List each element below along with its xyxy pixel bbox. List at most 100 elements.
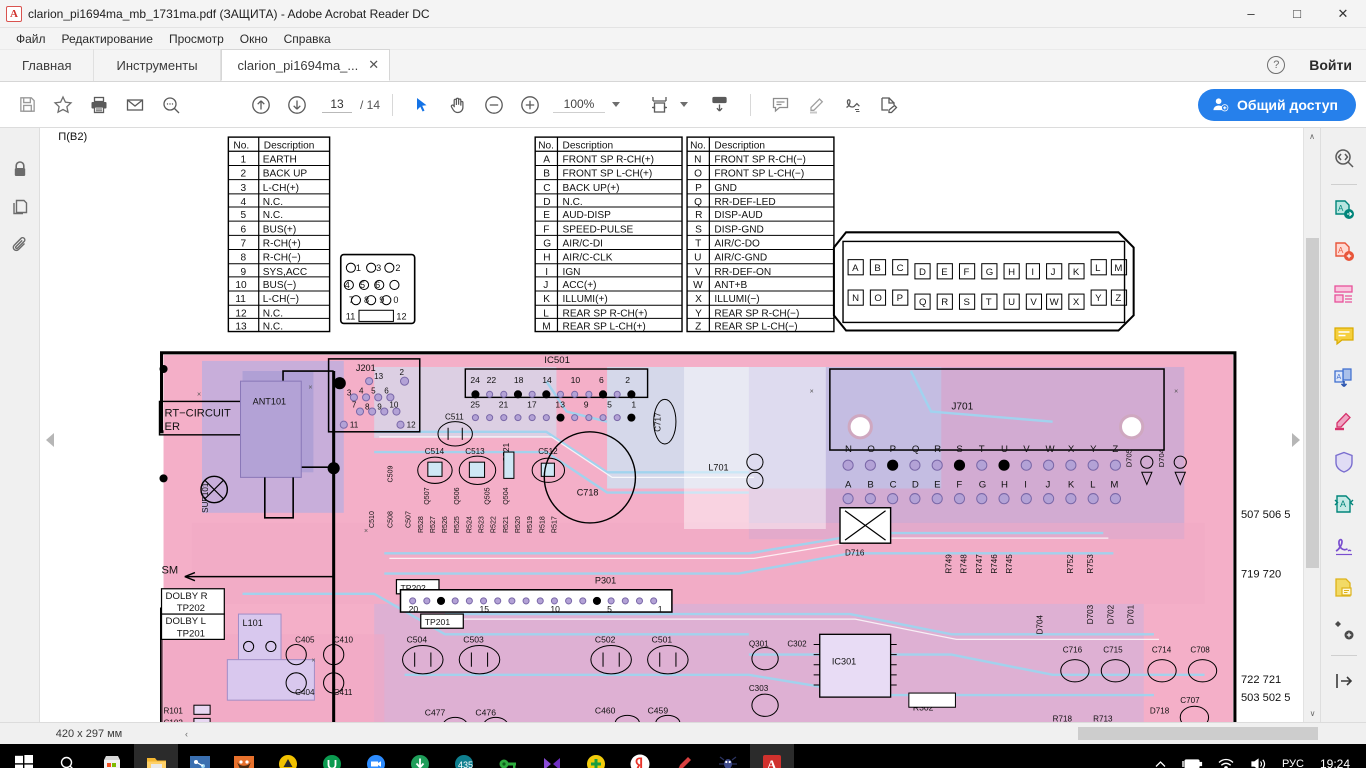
menu-item-view[interactable]: Просмотр bbox=[161, 30, 232, 48]
zoom-out-icon[interactable] bbox=[477, 88, 511, 122]
print-icon[interactable] bbox=[82, 88, 116, 122]
svg-text:Y: Y bbox=[1090, 444, 1097, 455]
svg-text:L: L bbox=[543, 308, 549, 319]
svg-text:R524: R524 bbox=[465, 516, 473, 533]
fit-page-chevron-icon[interactable] bbox=[680, 102, 689, 107]
share-button[interactable]: Общий доступ bbox=[1198, 88, 1356, 121]
battery-icon[interactable] bbox=[1174, 757, 1210, 768]
panel-collapse-handle[interactable] bbox=[1306, 433, 1319, 455]
export-pdf-icon[interactable]: A bbox=[1327, 189, 1361, 231]
organize-pages-icon[interactable] bbox=[1327, 273, 1361, 315]
scroll-mode-icon[interactable] bbox=[702, 88, 736, 122]
menu-item-window[interactable]: Окно bbox=[232, 30, 276, 48]
volume-icon[interactable] bbox=[1242, 757, 1274, 768]
search-icon[interactable] bbox=[154, 88, 188, 122]
minimize-button[interactable]: – bbox=[1228, 0, 1274, 28]
previous-page-icon[interactable] bbox=[244, 88, 278, 122]
show-hidden-icons-chevron-icon[interactable] bbox=[1147, 758, 1174, 768]
collapse-right-panel-icon[interactable] bbox=[1292, 433, 1300, 447]
star-icon[interactable] bbox=[46, 88, 80, 122]
blue-app-icon[interactable] bbox=[178, 744, 222, 768]
file-explorer-icon[interactable] bbox=[134, 744, 178, 768]
optimize-pdf-icon[interactable]: A bbox=[1327, 483, 1361, 525]
fit-page-icon[interactable] bbox=[642, 88, 676, 122]
sign-icon[interactable] bbox=[1327, 525, 1361, 567]
save-icon[interactable] bbox=[10, 88, 44, 122]
system-clock[interactable]: 19:24 bbox=[1312, 757, 1358, 768]
orange-app-icon[interactable] bbox=[222, 744, 266, 768]
hand-icon[interactable] bbox=[441, 88, 475, 122]
signature-icon[interactable] bbox=[835, 88, 869, 122]
more-tools-wrench-icon[interactable] bbox=[1327, 609, 1361, 651]
svg-text:1: 1 bbox=[658, 604, 663, 614]
stamp-icon[interactable] bbox=[1327, 567, 1361, 609]
download-app-icon[interactable] bbox=[398, 744, 442, 768]
tab-tools[interactable]: Инструменты bbox=[94, 49, 221, 81]
scroll-left-arrow-icon[interactable]: ‹ bbox=[178, 729, 195, 739]
language-indicator[interactable]: РУС bbox=[1274, 758, 1312, 768]
collapse-left-panel-icon[interactable] bbox=[46, 433, 54, 447]
highlighter-icon[interactable] bbox=[1327, 399, 1361, 441]
tab-document[interactable]: clarion_pi1694ma_... ✕ bbox=[220, 49, 391, 81]
create-pdf-icon[interactable]: A bbox=[1327, 231, 1361, 273]
windows-start-icon[interactable] bbox=[2, 744, 46, 768]
svg-text:Q: Q bbox=[919, 297, 927, 308]
tab-home[interactable]: Главная bbox=[0, 49, 95, 81]
teal-app-icon[interactable]: 435 bbox=[442, 744, 486, 768]
scroll-up-arrow-icon[interactable]: ∧ bbox=[1304, 128, 1320, 145]
scroll-down-arrow-icon[interactable]: ∨ bbox=[1304, 705, 1320, 722]
svg-text:0: 0 bbox=[393, 295, 398, 305]
search-document-icon[interactable] bbox=[1327, 138, 1361, 180]
pdf-viewer[interactable]: П(B2) No. Description 1 EARTH 2 BACK UP 3L… bbox=[40, 128, 1320, 722]
fill-and-sign-icon[interactable] bbox=[871, 88, 905, 122]
taskbar-search-icon[interactable] bbox=[46, 744, 90, 768]
next-page-icon[interactable] bbox=[280, 88, 314, 122]
yellow-triangle-app-icon[interactable] bbox=[266, 744, 310, 768]
window-controls: – □ ✕ bbox=[1228, 0, 1366, 28]
attachments-clip-icon[interactable] bbox=[6, 226, 34, 264]
expand-panel-icon[interactable] bbox=[1327, 660, 1361, 702]
close-button[interactable]: ✕ bbox=[1320, 0, 1366, 28]
sign-in-button[interactable]: Войти bbox=[1309, 57, 1352, 73]
vertical-scroll-thumb[interactable] bbox=[1306, 238, 1319, 568]
menu-item-edit[interactable]: Редактирование bbox=[54, 30, 161, 48]
zoom-app-icon[interactable] bbox=[354, 744, 398, 768]
green-key-app-icon[interactable] bbox=[486, 744, 530, 768]
menu-item-file[interactable]: Файл bbox=[8, 30, 54, 48]
zoom-level-dropdown[interactable]: 100% bbox=[553, 97, 621, 113]
yandex-browser-icon[interactable] bbox=[618, 744, 662, 768]
wifi-icon[interactable] bbox=[1210, 757, 1242, 768]
help-icon[interactable]: ? bbox=[1267, 56, 1286, 74]
purple-bowtie-app-icon[interactable] bbox=[530, 744, 574, 768]
menu-item-help[interactable]: Справка bbox=[276, 30, 339, 48]
page-thumbnails-icon[interactable] bbox=[6, 188, 34, 226]
svg-text:K: K bbox=[1073, 267, 1080, 278]
right-tools-rail: A A A A bbox=[1320, 128, 1366, 722]
green-u-app-icon[interactable] bbox=[310, 744, 354, 768]
protect-shield-icon[interactable] bbox=[1327, 441, 1361, 483]
maximize-button[interactable]: □ bbox=[1274, 0, 1320, 28]
compress-pdf-icon[interactable]: A bbox=[1327, 357, 1361, 399]
pen-app-icon[interactable] bbox=[662, 744, 706, 768]
security-lock-icon[interactable] bbox=[6, 150, 34, 188]
microsoft-store-icon[interactable] bbox=[90, 744, 134, 768]
comment-icon[interactable] bbox=[763, 88, 797, 122]
chevron-down-icon[interactable] bbox=[612, 102, 621, 107]
svg-text:10: 10 bbox=[389, 400, 399, 409]
cursor-icon[interactable] bbox=[405, 88, 439, 122]
horizontal-scroll-thumb[interactable] bbox=[1078, 726, 1318, 740]
svg-text:9: 9 bbox=[377, 403, 382, 412]
zoom-in-icon[interactable] bbox=[513, 88, 547, 122]
email-icon[interactable] bbox=[118, 88, 152, 122]
yellow-plus-app-icon[interactable] bbox=[574, 744, 618, 768]
horizontal-scrollbar[interactable]: ‹ bbox=[178, 722, 1366, 745]
close-icon[interactable]: ✕ bbox=[368, 57, 379, 73]
page-number-input[interactable] bbox=[322, 96, 352, 113]
comment-icon[interactable] bbox=[1327, 315, 1361, 357]
highlighter-icon[interactable] bbox=[799, 88, 833, 122]
svg-text:N.C.: N.C. bbox=[263, 197, 283, 208]
acrobat-reader-icon[interactable]: A bbox=[750, 744, 794, 768]
spider-app-icon[interactable] bbox=[706, 744, 750, 768]
vertical-scrollbar[interactable]: ∧ ∨ bbox=[1303, 128, 1320, 722]
svg-text:BUS(+): BUS(+) bbox=[263, 224, 296, 235]
